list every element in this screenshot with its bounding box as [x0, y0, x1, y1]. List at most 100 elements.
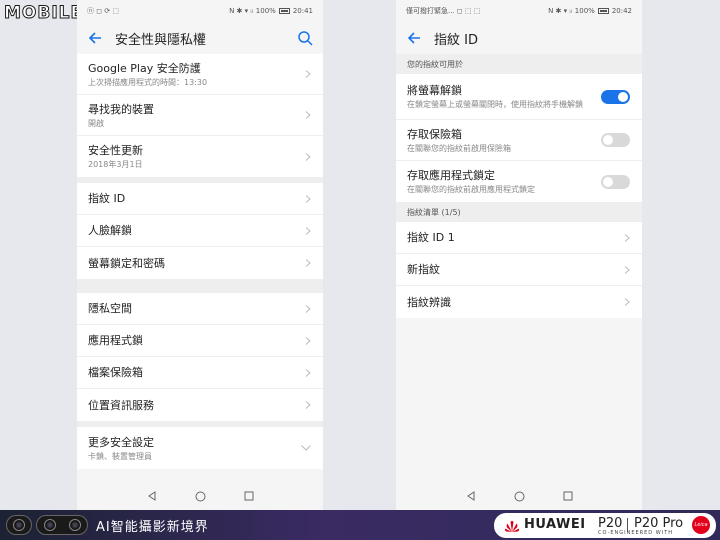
nav-bar — [77, 482, 323, 510]
app-lock-access-toggle[interactable] — [601, 174, 630, 189]
section-gap — [77, 279, 323, 293]
list-item-app-lock[interactable]: 應用程式鎖 — [77, 325, 323, 357]
item-title: 螢幕鎖定和密碼 — [88, 256, 165, 270]
chevron-right-icon — [305, 194, 311, 203]
chevron-right-icon — [624, 265, 630, 274]
chevron-right-icon — [305, 70, 311, 78]
settings-group-unlock: 指紋 ID 人臉解鎖 螢幕鎖定和密碼 — [77, 183, 323, 279]
battery-icon — [278, 8, 290, 14]
item-title: 檔案保險箱 — [88, 366, 143, 379]
nav-recents-icon[interactable] — [563, 491, 573, 501]
battery-percent: 100% — [574, 7, 595, 15]
settings-group-security: Google Play 安全防護 上次掃描應用程式的時間：13:30 尋找我的裝… — [77, 54, 323, 177]
status-left-icons: ⓝ ◻ ⟳ ⬚ — [87, 7, 119, 15]
toggle-row-screen-unlock[interactable]: 將螢幕解鎖 在鎖定螢幕上或螢幕關閉時，使用指紋將手機解鎖 — [396, 74, 642, 120]
nav-home-icon[interactable] — [195, 491, 206, 502]
lens-icon — [13, 519, 25, 531]
chevron-right-icon — [305, 336, 311, 345]
item-subtitle: 2018年3月1日 — [88, 160, 143, 169]
status-time: 20:42 — [611, 7, 632, 15]
page-title: 安全性與隱私權 — [115, 32, 207, 48]
item-title: 指紋辨識 — [407, 295, 451, 309]
leica-logo: Leica — [692, 516, 710, 534]
item-title: 尋找我的裝置 — [88, 102, 154, 116]
huawei-ad-banner: AI智能攝影新境界 HUAWEI P20 P20 Pro CO-ENGINEER… — [0, 510, 720, 540]
chevron-right-icon — [305, 152, 311, 161]
list-item-file-safe[interactable]: 檔案保險箱 — [77, 357, 323, 389]
item-title: 位置資訊服務 — [88, 398, 154, 412]
screen-unlock-toggle[interactable] — [601, 89, 630, 104]
list-item-google-play-protect[interactable]: Google Play 安全防護 上次掃描應用程式的時間：13:30 — [77, 54, 323, 95]
list-item-more-security[interactable]: 更多安全設定 卡鎖、裝置管理員 — [77, 427, 323, 469]
list-item-private-space[interactable]: 隱私空間 — [77, 293, 323, 325]
model-p20-pro: P20 Pro — [634, 516, 684, 531]
list-item-location-services[interactable]: 位置資訊服務 — [77, 389, 323, 421]
fingerprint-list-group: 指紋 ID 1 新指紋 指紋辨識 — [396, 222, 642, 318]
list-item-fingerprint-id[interactable]: 指紋 ID — [77, 183, 323, 215]
item-subtitle: 在關聯您的指紋前啟用應用程式鎖定 — [407, 185, 535, 194]
chevron-right-icon — [624, 233, 630, 242]
item-title: 指紋 ID — [88, 192, 126, 205]
item-title: 將螢幕解鎖 — [407, 84, 462, 97]
toggle-row-safe-access[interactable]: 存取保險箱 在關聯您的指紋前啟用保險箱 — [396, 120, 642, 161]
item-title: 人臉解鎖 — [88, 224, 132, 237]
chevron-right-icon — [305, 226, 311, 235]
chevron-right-icon — [305, 259, 311, 267]
toggle-row-app-lock-access[interactable]: 存取應用程式鎖定 在關聯您的指紋前啟用應用程式鎖定 — [396, 161, 642, 202]
list-item-find-my-device[interactable]: 尋找我的裝置 開啟 — [77, 95, 323, 136]
nav-back-icon[interactable] — [147, 491, 157, 501]
item-subtitle: 開啟 — [88, 118, 104, 128]
search-icon[interactable] — [297, 30, 313, 46]
nav-back-icon[interactable] — [466, 491, 476, 501]
list-item-fingerprint-recognition[interactable]: 指紋辨識 — [396, 286, 642, 318]
status-time: 20:41 — [292, 7, 313, 15]
item-title: 更多安全設定 — [88, 435, 154, 449]
dual-camera-icon — [36, 515, 88, 535]
app-bar: 安全性與隱私權 — [77, 22, 323, 54]
item-title: 存取應用程式鎖定 — [407, 169, 495, 182]
brand-box: HUAWEI P20 P20 Pro CO-ENGINEERED WITH Le… — [494, 513, 716, 538]
status-left-icons: 僅可撥打緊急... ◻ ⬚ ⬚ — [406, 7, 481, 15]
safe-access-toggle[interactable] — [601, 133, 630, 147]
item-title: 應用程式鎖 — [88, 334, 143, 347]
list-item-security-update[interactable]: 安全性更新 2018年3月1日 — [77, 136, 323, 177]
item-subtitle: 在關聯您的指紋前啟用保險箱 — [407, 143, 511, 153]
status-right-icons: N ✱ ▾ ᵢₗ — [229, 7, 253, 15]
section-header-usage: 您的指紋可用於 — [396, 54, 642, 74]
list-item-screen-lock[interactable]: 螢幕鎖定和密碼 — [77, 247, 323, 279]
back-arrow-icon[interactable] — [87, 30, 103, 46]
section-header-fingerprint-list: 指紋清單 (1/5) — [396, 202, 642, 222]
battery-percent: 100% — [255, 7, 276, 15]
status-bar: ⓝ ◻ ⟳ ⬚ N ✱ ▾ ᵢₗ 100% 20:41 — [77, 0, 323, 22]
status-bar: 僅可撥打緊急... ◻ ⬚ ⬚ N ✱ ▾ ᵢₗ 100% 20:42 — [396, 0, 642, 22]
back-arrow-icon[interactable] — [406, 30, 422, 46]
item-title: 安全性更新 — [88, 144, 143, 157]
list-item-new-fingerprint[interactable]: 新指紋 — [396, 254, 642, 286]
nav-home-icon[interactable] — [514, 491, 525, 502]
list-item-fingerprint-1[interactable]: 指紋 ID 1 — [396, 222, 642, 254]
item-subtitle: 上次掃描應用程式的時間：13:30 — [88, 77, 208, 87]
lens-icon — [43, 519, 56, 531]
item-subtitle: 卡鎖、裝置管理員 — [88, 451, 152, 461]
status-right-icons: N ✱ ▾ ᵢₗ — [548, 7, 572, 15]
list-item-face-unlock[interactable]: 人臉解鎖 — [77, 215, 323, 247]
settings-group-privacy: 隱私空間 應用程式鎖 檔案保險箱 位置資訊服務 — [77, 293, 323, 421]
phone-screen-security: ⓝ ◻ ⟳ ⬚ N ✱ ▾ ᵢₗ 100% 20:41 安全性與隱私權 Goog… — [77, 0, 323, 510]
item-title: 隱私空間 — [88, 302, 132, 315]
item-title: 指紋 ID 1 — [407, 231, 455, 244]
huawei-flower-icon — [504, 518, 520, 532]
settings-group-more: 更多安全設定 卡鎖、裝置管理員 — [77, 427, 323, 469]
item-title: 存取保險箱 — [407, 127, 462, 141]
battery-icon — [597, 8, 609, 14]
logo-text: MOBILE — [3, 3, 84, 24]
banner-tagline: AI智能攝影新境界 — [96, 520, 209, 535]
model-p20: P20 — [598, 516, 623, 531]
brand-name: HUAWEI — [524, 517, 586, 532]
camera-lens-icon — [6, 515, 32, 535]
chevron-right-icon — [624, 298, 630, 306]
co-engineered-text: CO-ENGINEERED WITH — [598, 530, 673, 536]
chevron-down-icon — [301, 445, 311, 451]
lens-icon — [68, 519, 81, 531]
page-title: 指紋 ID — [434, 32, 478, 48]
nav-recents-icon[interactable] — [244, 491, 254, 501]
